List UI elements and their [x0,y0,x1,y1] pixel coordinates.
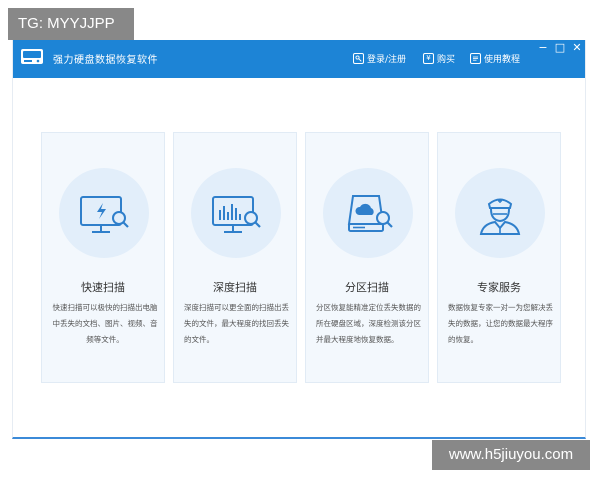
monitor-lightning-search-icon [80,196,129,233]
watermark-bottom-right: www.h5jiuyou.com [432,440,590,470]
deep-scan-description: 深度扫描可以更全面的扫描出丢失的文件，最大程度的找回丢失的文件。 [184,303,289,344]
app-logo-icon [19,45,45,69]
buy-label: 购买 [437,54,456,65]
close-button[interactable]: ✕ [568,40,586,56]
minimize-button[interactable]: − [534,40,552,56]
partition-scan-card[interactable]: 分区扫描 分区恢复能精准定位丢失数据的所在硬盘区域，深度检测该分区并最大程度地恢… [305,132,429,383]
quick-scan-icon-circle [59,168,149,258]
deep-scan-icon-circle [191,168,281,258]
expert-doctor-icon [479,198,521,235]
yen-icon: ¥ [423,52,434,64]
maximize-button[interactable]: □ [551,40,569,56]
user-key-icon [353,52,364,64]
tutorial-label: 使用教程 [484,54,521,65]
disk-cloud-search-icon [347,195,393,232]
watermark-top-left: TG: MYYJJPP [8,8,134,40]
partition-scan-description: 分区恢复能精准定位丢失数据的所在硬盘区域，深度检测该分区并最大程度地恢复数据。 [316,303,421,344]
partition-scan-title: 分区扫描 [345,281,389,294]
expert-service-card[interactable]: 专家服务 数据恢复专家一对一为您解决丢失的数据，让您的数据最大程序的恢复。 [437,132,561,383]
login-register-label: 登录/注册 [367,54,407,65]
book-icon [470,52,481,64]
tutorial-button[interactable]: 使用教程 [470,50,520,66]
app-title: 强力硬盘数据恢复软件 [53,55,158,66]
quick-scan-description: 快速扫描可以极快的扫描出电脑中丢失的文档、图片、视频、音频等文件。 [52,303,158,344]
buy-button[interactable]: ¥ 购买 [423,50,455,66]
partition-scan-icon-circle [323,168,413,258]
login-register-button[interactable]: 登录/注册 [353,50,406,66]
app-window: 强力硬盘数据恢复软件 登录/注册 ¥ 购买 使用教程 − □ ✕ 快速扫描 快速… [12,40,586,439]
deep-scan-card[interactable]: 深度扫描 深度扫描可以更全面的扫描出丢失的文件，最大程度的找回丢失的文件。 [173,132,297,383]
monitor-chart-search-icon [212,196,261,233]
expert-service-title: 专家服务 [477,281,521,294]
expert-service-icon-circle [455,168,545,258]
deep-scan-title: 深度扫描 [213,281,257,294]
quick-scan-title: 快速扫描 [81,281,125,294]
title-bar: 强力硬盘数据恢复软件 登录/注册 ¥ 购买 使用教程 − □ ✕ [13,40,585,78]
expert-service-description: 数据恢复专家一对一为您解决丢失的数据，让您的数据最大程序的恢复。 [448,303,553,344]
quick-scan-card[interactable]: 快速扫描 快速扫描可以极快的扫描出电脑中丢失的文档、图片、视频、音频等文件。 [41,132,165,383]
